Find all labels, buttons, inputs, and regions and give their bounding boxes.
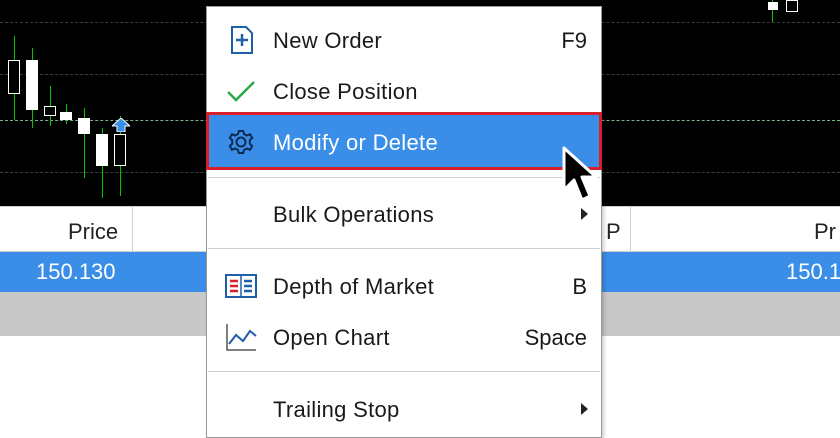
menu-item-depth-of-market[interactable]: Depth of Market B <box>208 260 600 310</box>
candle-body <box>44 106 56 116</box>
menu-item-open-chart[interactable]: Open Chart Space <box>208 311 600 361</box>
menu-item-label: Bulk Operations <box>273 202 435 227</box>
menu-item-trailing-stop[interactable]: Trailing Stop <box>208 383 600 433</box>
candle-body <box>114 134 126 166</box>
menu-item-label: Close Position <box>273 79 418 104</box>
menu-item-label: Modify or Delete <box>273 130 438 155</box>
menu-item-label: Trailing Stop <box>273 397 400 422</box>
candle-body <box>768 2 778 10</box>
gear-icon <box>228 130 254 154</box>
menu-item-close-position[interactable]: Close Position <box>208 65 600 115</box>
cell-price: 150.130 <box>36 259 116 284</box>
menu-separator <box>208 371 600 372</box>
menu-item-label: Depth of Market <box>273 274 435 299</box>
column-separator <box>132 207 133 251</box>
menu-item-shortcut: F9 <box>561 28 587 53</box>
depth-of-market-icon <box>225 274 257 298</box>
column-separator <box>630 207 631 251</box>
candle-body <box>60 112 72 120</box>
buy-arrow-icon <box>112 118 130 132</box>
context-menu: New Order F9 Close Position Modify or De… <box>206 6 602 438</box>
menu-item-shortcut: Space <box>524 325 587 350</box>
menu-separator <box>208 248 600 249</box>
menu-item-modify-or-delete[interactable]: Modify or Delete <box>206 112 602 170</box>
cell-price-right: 150.1 <box>786 259 840 284</box>
menu-item-bulk-operations[interactable]: Bulk Operations <box>208 188 600 238</box>
column-header-p[interactable]: P <box>606 219 621 245</box>
submenu-arrow-icon <box>581 208 588 220</box>
submenu-arrow-icon <box>581 403 588 415</box>
chart-line-icon <box>226 324 257 351</box>
checkmark-icon <box>227 81 255 102</box>
menu-separator <box>208 177 600 178</box>
new-order-icon <box>231 26 253 54</box>
column-header-price[interactable]: Price <box>68 219 118 245</box>
column-header-price-right[interactable]: Pr <box>814 219 836 245</box>
candle-body <box>26 60 38 110</box>
candle-body <box>786 0 798 12</box>
candle-body <box>96 134 108 166</box>
menu-item-shortcut: B <box>572 274 587 299</box>
menu-item-label: New Order <box>273 28 383 53</box>
candle-body <box>8 60 20 94</box>
candle-body <box>78 118 90 134</box>
menu-item-label: Open Chart <box>273 325 390 350</box>
mouse-cursor-icon <box>562 146 598 202</box>
menu-item-new-order[interactable]: New Order F9 <box>208 14 600 64</box>
